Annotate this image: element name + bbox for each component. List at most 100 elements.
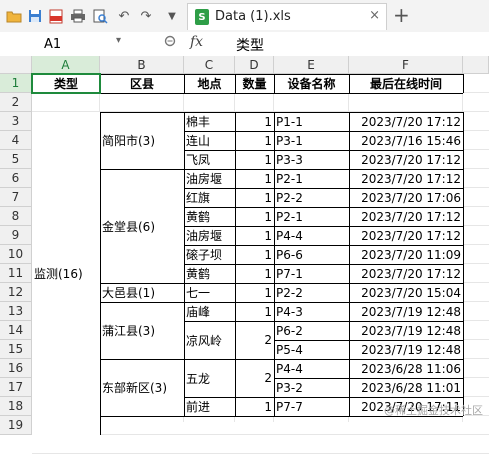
count-cell[interactable]: 1 — [235, 112, 274, 131]
location-cell[interactable]: 磙子坝 — [184, 245, 235, 264]
location-cell[interactable]: 油房堰 — [184, 226, 235, 245]
location-cell[interactable]: 七一 — [184, 283, 235, 302]
count-cell[interactable]: 2 — [235, 359, 274, 397]
device-cell[interactable]: P7-1 — [274, 264, 349, 283]
device-cell[interactable]: P6-2 — [274, 321, 349, 340]
count-cell[interactable]: 1 — [235, 150, 274, 169]
row-header-1[interactable]: 1 — [0, 74, 32, 93]
device-cell[interactable]: P5-4 — [274, 340, 349, 359]
column-header-a[interactable]: A — [32, 56, 100, 74]
row-header-11[interactable]: 11 — [0, 264, 32, 283]
undo-icon[interactable]: ↶ — [116, 8, 132, 24]
row-header-18[interactable]: 18 — [0, 397, 32, 416]
header-cell[interactable]: 地点 — [184, 74, 235, 93]
location-cell[interactable]: 红旗 — [184, 188, 235, 207]
redo-icon[interactable]: ↷ — [138, 8, 154, 24]
fx-icon[interactable]: fx — [190, 34, 203, 50]
device-cell[interactable]: P2-1 — [274, 169, 349, 188]
device-cell[interactable]: P3-1 — [274, 131, 349, 150]
time-cell[interactable]: 2023/7/19 12:48 — [349, 321, 463, 340]
save-icon[interactable] — [27, 8, 43, 24]
count-cell[interactable]: 1 — [235, 226, 274, 245]
row-header-15[interactable]: 15 — [0, 340, 32, 359]
row-header-17[interactable]: 17 — [0, 378, 32, 397]
header-cell[interactable]: 数量 — [235, 74, 274, 93]
device-cell[interactable]: P2-2 — [274, 283, 349, 302]
district-cell[interactable]: 大邑县(1) — [100, 283, 184, 302]
district-cell[interactable]: 东部新区(3) — [100, 359, 184, 416]
document-tab[interactable]: S Data (1).xls × — [187, 3, 387, 30]
column-header-d[interactable]: D — [235, 56, 274, 74]
location-cell[interactable]: 棉丰 — [184, 112, 235, 131]
row-header-12[interactable]: 12 — [0, 283, 32, 302]
row-header-9[interactable]: 9 — [0, 226, 32, 245]
selected-cell-a1[interactable] — [31, 73, 101, 94]
column-header-f[interactable]: F — [349, 56, 463, 74]
device-cell[interactable]: P3-2 — [274, 378, 349, 397]
row-header-8[interactable]: 8 — [0, 207, 32, 226]
zoom-search-icon[interactable] — [164, 35, 177, 52]
new-tab-icon[interactable]: + — [393, 4, 410, 26]
count-cell[interactable]: 1 — [235, 302, 274, 321]
count-cell[interactable]: 1 — [235, 207, 274, 226]
close-tab-icon[interactable]: × — [369, 8, 380, 23]
row-header-16[interactable]: 16 — [0, 359, 32, 378]
time-cell[interactable]: 2023/6/28 11:06 — [349, 359, 463, 378]
time-cell[interactable]: 2023/7/19 12:48 — [349, 302, 463, 321]
location-cell[interactable]: 五龙 — [184, 359, 235, 397]
time-cell[interactable]: 2023/7/20 17:12 — [349, 150, 463, 169]
device-cell[interactable]: P2-2 — [274, 188, 349, 207]
count-cell[interactable]: 1 — [235, 131, 274, 150]
device-cell[interactable]: P6-6 — [274, 245, 349, 264]
row-header-4[interactable]: 4 — [0, 131, 32, 150]
time-cell[interactable]: 2023/7/19 12:48 — [349, 340, 463, 359]
folder-icon[interactable] — [6, 8, 22, 24]
count-cell[interactable]: 1 — [235, 188, 274, 207]
location-cell[interactable]: 凉风岭 — [184, 321, 235, 359]
row-header-13[interactable]: 13 — [0, 302, 32, 321]
more-menu-icon[interactable]: ▼ — [164, 8, 180, 24]
name-box[interactable]: A1 — [44, 37, 61, 52]
row-header-3[interactable]: 3 — [0, 112, 32, 131]
device-cell[interactable]: P1-1 — [274, 112, 349, 131]
device-cell[interactable]: P2-1 — [274, 207, 349, 226]
time-cell[interactable]: 2023/7/20 17:12 — [349, 226, 463, 245]
header-cell[interactable]: 设备名称 — [274, 74, 349, 93]
row-header-2[interactable]: 2 — [0, 93, 32, 112]
time-cell[interactable]: 2023/6/28 11:01 — [349, 378, 463, 397]
export-pdf-icon[interactable] — [48, 8, 64, 24]
row-header-19[interactable]: 19 — [0, 416, 32, 435]
time-cell[interactable]: 2023/7/20 17:06 — [349, 188, 463, 207]
spreadsheet-grid[interactable]: A B C D E F 1 2 3 4 5 6 7 8 9 10 11 12 13 14 15 16 17 18 19 类型 区县地… — [0, 56, 489, 454]
header-cell[interactable]: 最后在线时间 — [349, 74, 463, 93]
row-header-10[interactable]: 10 — [0, 245, 32, 264]
district-cell[interactable]: 蒲江县(3) — [100, 302, 184, 359]
time-cell[interactable]: 2023/7/20 17:12 — [349, 264, 463, 283]
location-cell[interactable]: 黄鹤 — [184, 264, 235, 283]
row-header-5[interactable]: 5 — [0, 150, 32, 169]
column-header-b[interactable]: B — [100, 56, 184, 74]
device-cell[interactable]: P7-7 — [274, 397, 349, 416]
count-cell[interactable]: 1 — [235, 245, 274, 264]
device-cell[interactable]: P3-3 — [274, 150, 349, 169]
column-header-e[interactable]: E — [274, 56, 349, 74]
select-all-corner[interactable] — [0, 56, 32, 74]
location-cell[interactable]: 庙峰 — [184, 302, 235, 321]
time-cell[interactable]: 2023/7/20 17:12 — [349, 207, 463, 226]
count-cell[interactable]: 1 — [235, 264, 274, 283]
district-cell[interactable]: 简阳市(3) — [100, 112, 184, 169]
location-cell[interactable]: 连山 — [184, 131, 235, 150]
name-box-dropdown-icon[interactable]: ▾ — [116, 35, 121, 46]
time-cell[interactable]: 2023/7/20 15:04 — [349, 283, 463, 302]
location-cell[interactable]: 黄鹤 — [184, 207, 235, 226]
formula-input[interactable]: 类型 — [236, 35, 264, 55]
district-cell[interactable]: 金堂县(6) — [100, 169, 184, 283]
header-cell[interactable]: 区县 — [100, 74, 184, 93]
device-cell[interactable]: P4-4 — [274, 359, 349, 378]
location-cell[interactable]: 油房堰 — [184, 169, 235, 188]
location-cell[interactable]: 前进 — [184, 397, 235, 416]
location-cell[interactable]: 飞凤 — [184, 150, 235, 169]
count-cell[interactable]: 1 — [235, 283, 274, 302]
print-preview-icon[interactable] — [92, 8, 108, 24]
column-header-c[interactable]: C — [184, 56, 235, 74]
